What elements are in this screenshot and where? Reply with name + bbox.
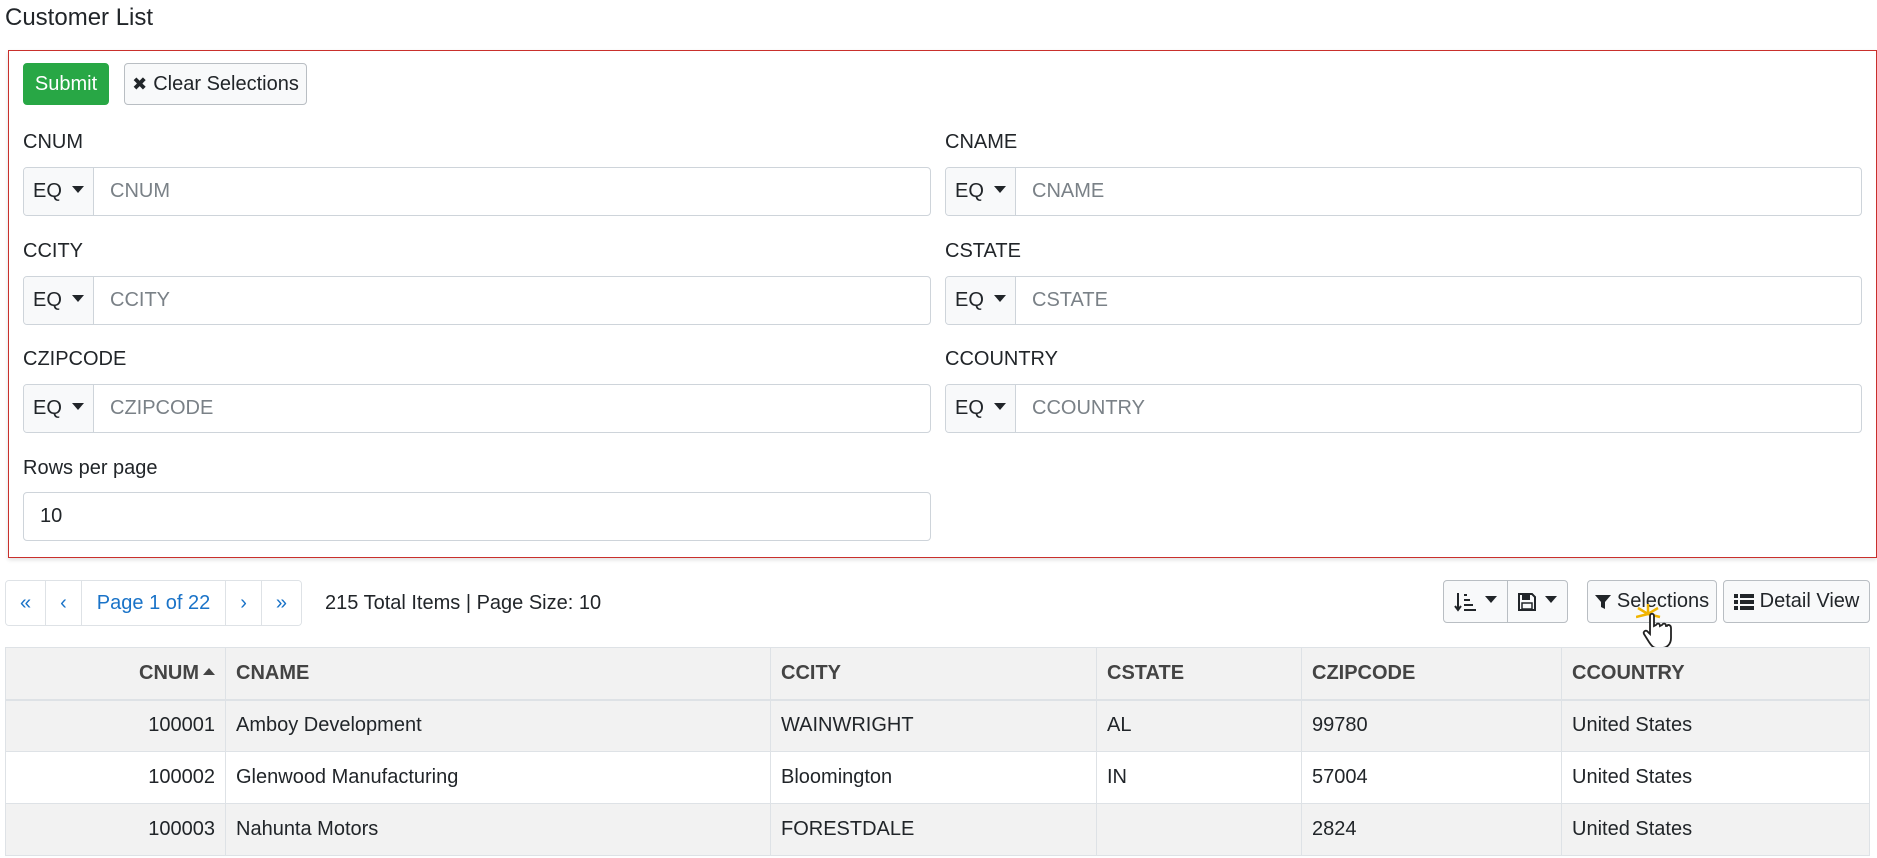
chevron-down-icon (1545, 596, 1557, 603)
czipcode-input[interactable] (94, 385, 930, 432)
page-indicator[interactable]: Page 1 of 22 (81, 581, 227, 625)
clear-selections-label: Clear Selections (153, 72, 299, 95)
cell-ccountry: United States (1561, 803, 1870, 856)
pagination: « ‹ Page 1 of 22 › » (5, 580, 303, 626)
cell-ccity: FORESTDALE (770, 803, 1097, 856)
cname-input[interactable] (1016, 168, 1861, 215)
rows-per-page-input[interactable] (23, 492, 931, 541)
czipcode-operator-label: EQ (33, 397, 62, 419)
column-header-czipcode[interactable]: CZIPCODE (1301, 647, 1562, 701)
save-dropdown-button[interactable] (1508, 581, 1567, 622)
cname-operator-dropdown[interactable]: EQ (946, 168, 1016, 215)
cell-cname: Glenwood Manufacturing (225, 751, 771, 804)
column-header-cname[interactable]: CNAME (225, 647, 771, 701)
cell-cnum: 100001 (5, 699, 226, 752)
column-header-ccountry[interactable]: CCOUNTRY (1561, 647, 1870, 701)
column-header-cnum[interactable]: CNUM (5, 647, 226, 701)
cstate-operator-label: EQ (955, 289, 984, 311)
detail-view-label: Detail View (1759, 590, 1860, 612)
list-icon (1733, 594, 1754, 610)
filter-panel: Submit ✖ Clear Selections CNUM EQ CNAME … (8, 50, 1877, 558)
cnum-label: CNUM (23, 131, 83, 153)
cstate-field-group: EQ (945, 276, 1862, 325)
ccountry-field-group: EQ (945, 384, 1862, 433)
cname-field-group: EQ (945, 167, 1862, 216)
czipcode-label: CZIPCODE (23, 348, 127, 370)
cell-cname: Amboy Development (225, 699, 771, 752)
chevron-down-icon (993, 295, 1006, 302)
hand-cursor-icon (1636, 604, 1672, 649)
ccity-input[interactable] (94, 277, 930, 324)
cstate-operator-dropdown[interactable]: EQ (946, 277, 1016, 324)
cname-operator-label: EQ (955, 180, 984, 202)
sort-dropdown-button[interactable] (1444, 581, 1508, 622)
table-header-row: CNUM CNAME CCITY CSTATE CZIPCODE CCOUNTR… (5, 647, 1870, 701)
chevron-down-icon (1485, 596, 1497, 603)
chevron-down-icon (71, 186, 84, 193)
cell-cnum: 100002 (5, 751, 226, 804)
page-title: Customer List (5, 4, 154, 31)
cell-cnum: 100003 (5, 803, 226, 856)
next-page-button[interactable]: › (226, 581, 262, 625)
ccountry-input[interactable] (1016, 385, 1861, 432)
czipcode-operator-dropdown[interactable]: EQ (24, 385, 94, 432)
prev-page-button[interactable]: ‹ (46, 581, 82, 625)
sort-save-group (1443, 580, 1568, 623)
sort-ascending-icon (203, 667, 215, 675)
column-header-label: CNUM (139, 661, 199, 684)
ccountry-operator-dropdown[interactable]: EQ (946, 385, 1016, 432)
cell-czipcode: 99780 (1301, 699, 1562, 752)
cell-ccity: Bloomington (770, 751, 1097, 804)
chevron-down-icon (993, 403, 1006, 410)
ccity-operator-dropdown[interactable]: EQ (24, 277, 94, 324)
close-icon: ✖ (132, 73, 148, 94)
chevron-down-icon (71, 403, 84, 410)
cell-cname: Nahunta Motors (225, 803, 771, 856)
cnum-operator-dropdown[interactable]: EQ (24, 168, 94, 215)
chevron-down-icon (71, 295, 84, 302)
submit-button[interactable]: Submit (23, 63, 109, 105)
save-icon (1518, 592, 1536, 611)
ccity-label: CCITY (23, 240, 83, 262)
cnum-field-group: EQ (23, 167, 931, 216)
total-items-summary: 215 Total Items | Page Size: 10 (325, 592, 602, 614)
chevron-down-icon (993, 186, 1006, 193)
ccity-operator-label: EQ (33, 289, 62, 311)
column-header-cstate[interactable]: CSTATE (1096, 647, 1302, 701)
cstate-input[interactable] (1016, 277, 1861, 324)
first-page-button[interactable]: « (6, 581, 47, 625)
cname-label: CNAME (945, 131, 1018, 153)
cell-ccity: WAINWRIGHT (770, 699, 1097, 752)
cell-cstate (1096, 803, 1302, 856)
cstate-label: CSTATE (945, 240, 1021, 262)
cnum-input[interactable] (94, 168, 930, 215)
last-page-button[interactable]: » (261, 581, 302, 625)
table-row[interactable]: 100001 Amboy Development WAINWRIGHT AL 9… (5, 699, 1870, 752)
sort-amount-icon (1454, 592, 1476, 612)
column-header-ccity[interactable]: CCITY (770, 647, 1097, 701)
filter-icon (1594, 594, 1611, 609)
table-row[interactable]: 100003 Nahunta Motors FORESTDALE 2824 Un… (5, 803, 1870, 856)
customer-table: CNUM CNAME CCITY CSTATE CZIPCODE CCOUNTR… (5, 647, 1870, 856)
ccountry-label: CCOUNTRY (945, 348, 1058, 370)
rows-per-page-label: Rows per page (23, 457, 158, 479)
cell-cstate: AL (1096, 699, 1302, 752)
cell-ccountry: United States (1561, 699, 1870, 752)
ccity-field-group: EQ (23, 276, 931, 325)
ccountry-operator-label: EQ (955, 397, 984, 419)
cell-cstate: IN (1096, 751, 1302, 804)
czipcode-field-group: EQ (23, 384, 931, 433)
cnum-operator-label: EQ (33, 180, 62, 202)
detail-view-button[interactable]: Detail View (1723, 580, 1870, 623)
clear-selections-button[interactable]: ✖ Clear Selections (124, 63, 307, 105)
table-row[interactable]: 100002 Glenwood Manufacturing Bloomingto… (5, 751, 1870, 804)
cell-ccountry: United States (1561, 751, 1870, 804)
cell-czipcode: 57004 (1301, 751, 1562, 804)
cell-czipcode: 2824 (1301, 803, 1562, 856)
